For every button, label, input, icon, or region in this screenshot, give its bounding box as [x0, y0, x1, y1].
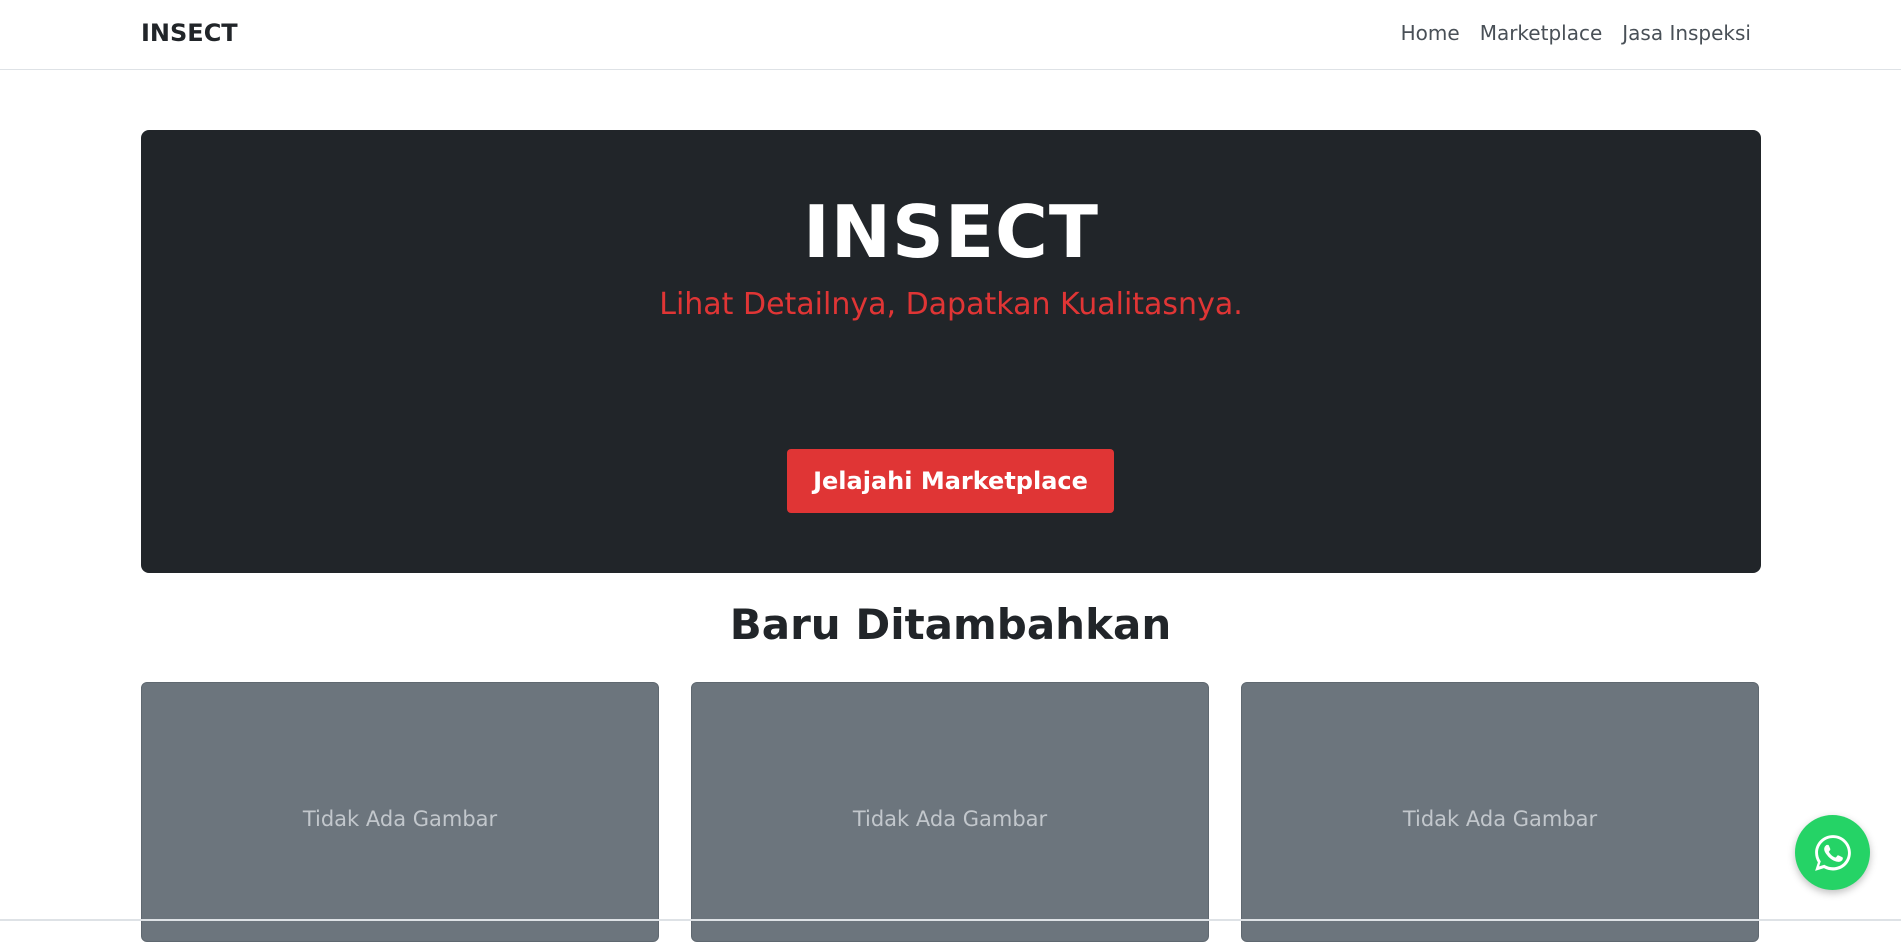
no-image-placeholder: Tidak Ada Gambar [302, 807, 498, 831]
product-card[interactable]: Tidak Ada Gambar [141, 682, 659, 942]
section-title: Baru Ditambahkan [729, 600, 1172, 649]
nav-links: Home Marketplace Jasa Inspeksi [1401, 21, 1751, 45]
whatsapp-chat-button[interactable] [1795, 815, 1870, 890]
navbar: INSECT Home Marketplace Jasa Inspeksi [0, 0, 1901, 70]
hero-title: INSECT [802, 190, 1100, 274]
hero-banner: INSECT Lihat Detailnya, Dapatkan Kualita… [141, 130, 1761, 573]
nav-link-marketplace[interactable]: Marketplace [1480, 21, 1603, 45]
hero-tagline: Lihat Detailnya, Dapatkan Kualitasnya. [659, 287, 1243, 322]
no-image-placeholder: Tidak Ada Gambar [852, 807, 1048, 831]
product-card[interactable]: Tidak Ada Gambar [691, 682, 1209, 942]
nav-link-jasa-inspeksi[interactable]: Jasa Inspeksi [1622, 21, 1751, 45]
explore-marketplace-button[interactable]: Jelajahi Marketplace [787, 449, 1114, 513]
whatsapp-icon [1814, 834, 1851, 871]
brand-logo[interactable]: INSECT [141, 19, 238, 47]
nav-link-home[interactable]: Home [1401, 21, 1460, 45]
product-card-list: Tidak Ada Gambar Tidak Ada Gambar Tidak … [141, 682, 1761, 942]
no-image-placeholder: Tidak Ada Gambar [1402, 807, 1598, 831]
product-card[interactable]: Tidak Ada Gambar [1241, 682, 1759, 942]
